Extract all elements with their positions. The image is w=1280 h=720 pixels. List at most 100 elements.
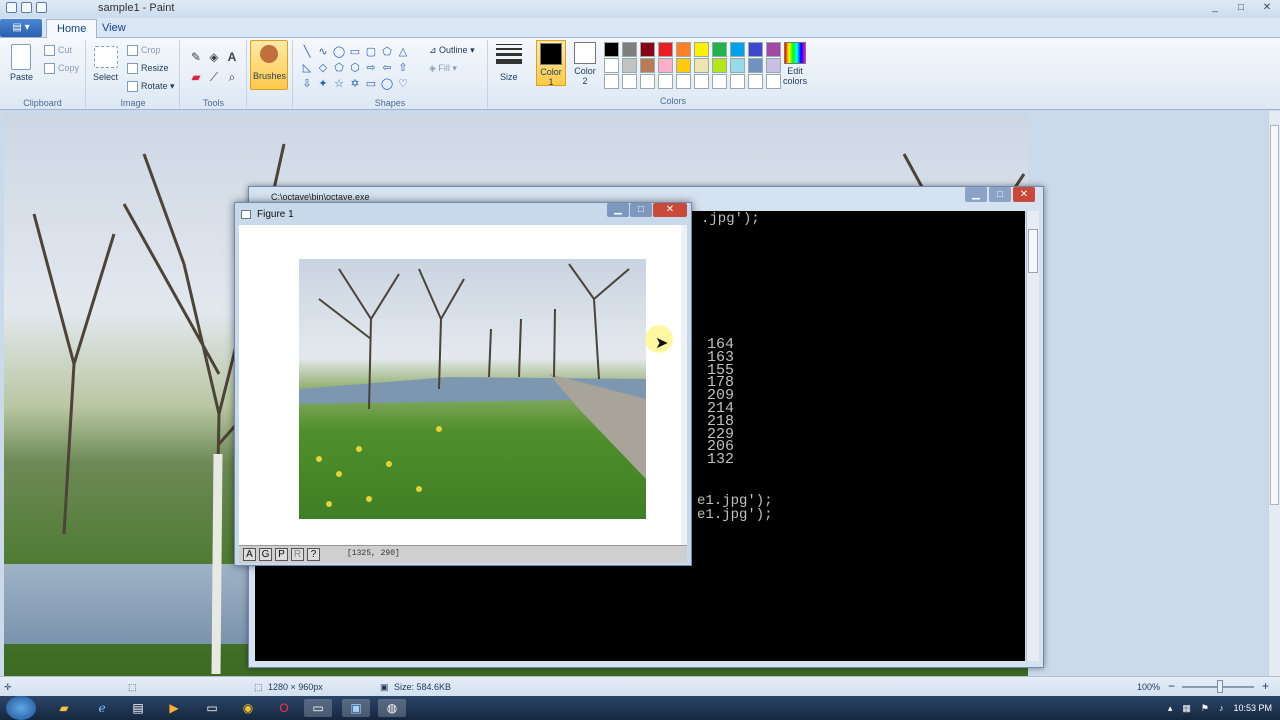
chrome-icon[interactable]: ◉: [234, 699, 262, 717]
right-arrow-shape-icon[interactable]: ⇨: [363, 60, 379, 76]
down-arrow-shape-icon[interactable]: ⇩: [299, 76, 315, 92]
palette-swatch[interactable]: [622, 42, 637, 57]
canvas-scroll-thumb[interactable]: [1270, 125, 1279, 505]
palette-swatch[interactable]: [658, 74, 673, 89]
palette-swatch[interactable]: [658, 42, 673, 57]
figure-pan-button[interactable]: P: [275, 548, 288, 561]
volume-icon[interactable]: ♪: [1219, 703, 1224, 713]
copy-button[interactable]: Copy: [44, 63, 79, 75]
figure-close-button[interactable]: ✕: [653, 203, 687, 217]
console-close-button[interactable]: ✕: [1013, 187, 1035, 202]
fill-button[interactable]: ◈ Fill ▾: [429, 63, 457, 74]
six-point-star-shape-icon[interactable]: ✡: [347, 76, 363, 92]
left-arrow-shape-icon[interactable]: ⇦: [379, 60, 395, 76]
palette-swatch[interactable]: [622, 58, 637, 73]
oval-shape-icon[interactable]: ◯: [331, 44, 347, 60]
palette-swatch[interactable]: [748, 42, 763, 57]
palette-swatch[interactable]: [640, 74, 655, 89]
zoom-out-button[interactable]: −: [1168, 679, 1175, 693]
resize-button[interactable]: Resize: [127, 63, 169, 75]
palette-swatch[interactable]: [622, 74, 637, 89]
opera-icon[interactable]: O: [270, 699, 298, 717]
palette-swatch[interactable]: [766, 74, 781, 89]
oval-callout-shape-icon[interactable]: ◯: [379, 76, 395, 92]
color1-button[interactable]: Color 1: [536, 40, 566, 87]
figure-scrollbar[interactable]: [681, 225, 687, 545]
paste-button[interactable]: Paste: [10, 72, 33, 82]
maximize-button[interactable]: □: [1228, 0, 1254, 16]
palette-swatch[interactable]: [640, 58, 655, 73]
octave-console-taskbar-icon[interactable]: ▭: [304, 699, 332, 717]
diamond-shape-icon[interactable]: ◇: [315, 60, 331, 76]
octave-figure-taskbar-icon[interactable]: ◍: [378, 699, 406, 717]
network-icon[interactable]: ▦: [1182, 703, 1191, 714]
palette-swatch[interactable]: [712, 58, 727, 73]
brushes-button[interactable]: Brushes: [250, 40, 288, 90]
palette-swatch[interactable]: [676, 42, 691, 57]
color-picker-icon[interactable]: ⟋: [207, 70, 221, 84]
figure-minimize-button[interactable]: ▁: [607, 203, 629, 217]
canvas-vertical-scrollbar[interactable]: [1268, 111, 1280, 676]
size-icon[interactable]: [496, 44, 522, 67]
callout-shape-icon[interactable]: ▭: [363, 76, 379, 92]
palette-swatch[interactable]: [712, 42, 727, 57]
curve-shape-icon[interactable]: ∿: [315, 44, 331, 60]
fill-bucket-icon[interactable]: ◈: [207, 50, 221, 64]
palette-swatch[interactable]: [712, 74, 727, 89]
hexagon-shape-icon[interactable]: ⬡: [347, 60, 363, 76]
palette-swatch[interactable]: [766, 42, 781, 57]
tab-home[interactable]: Home: [46, 19, 98, 38]
minimize-button[interactable]: _: [1202, 0, 1228, 16]
notepad-icon[interactable]: ▤: [124, 699, 152, 717]
tray-expand-icon[interactable]: ▴: [1168, 703, 1173, 714]
rectangle-shape-icon[interactable]: ▭: [347, 44, 363, 60]
palette-swatch[interactable]: [676, 74, 691, 89]
console-minimize-button[interactable]: ▁: [965, 187, 987, 202]
internet-explorer-icon[interactable]: ℯ: [88, 699, 116, 717]
clock[interactable]: 10:53 PM: [1233, 703, 1272, 713]
palette-swatch[interactable]: [640, 42, 655, 57]
paint-menu-button[interactable]: ▤ ▾: [0, 19, 42, 37]
up-arrow-shape-icon[interactable]: ⇧: [395, 60, 411, 76]
figure-grid-button[interactable]: G: [259, 548, 272, 561]
palette-swatch[interactable]: [694, 42, 709, 57]
palette-swatch[interactable]: [730, 74, 745, 89]
palette-swatch[interactable]: [748, 58, 763, 73]
console-maximize-button[interactable]: □: [989, 187, 1011, 202]
heart-shape-icon[interactable]: ♡: [395, 76, 411, 92]
pentagon-shape-icon[interactable]: ⬠: [331, 60, 347, 76]
eraser-icon[interactable]: ▰: [189, 70, 203, 84]
save-icon[interactable]: [6, 2, 17, 13]
line-shape-icon[interactable]: ╲: [299, 44, 315, 60]
palette-swatch[interactable]: [676, 58, 691, 73]
palette-swatch[interactable]: [604, 58, 619, 73]
cut-button[interactable]: Cut: [44, 45, 72, 57]
figure-rotate-button[interactable]: R: [291, 548, 304, 561]
start-button[interactable]: [6, 696, 36, 720]
palette-swatch[interactable]: [694, 58, 709, 73]
undo-icon[interactable]: [21, 2, 32, 13]
figure-autoscale-button[interactable]: A: [243, 548, 256, 561]
monitor-icon[interactable]: ▭: [198, 699, 226, 717]
zoom-slider-thumb[interactable]: [1217, 680, 1223, 693]
console-scroll-thumb[interactable]: [1028, 229, 1038, 273]
select-icon[interactable]: [94, 46, 118, 68]
close-button[interactable]: ✕: [1254, 0, 1280, 16]
palette-swatch[interactable]: [766, 58, 781, 73]
palette-swatch[interactable]: [748, 74, 763, 89]
redo-icon[interactable]: [36, 2, 47, 13]
edit-colors-button[interactable]: Edit colors: [780, 40, 810, 86]
paste-icon[interactable]: [11, 44, 31, 70]
polygon-shape-icon[interactable]: ⬠: [379, 44, 395, 60]
zoom-in-button[interactable]: +: [1262, 679, 1269, 693]
select-button[interactable]: Select: [93, 72, 118, 82]
figure-maximize-button[interactable]: □: [630, 203, 652, 217]
figure-help-button[interactable]: ?: [307, 548, 320, 561]
text-tool-icon[interactable]: A: [225, 50, 239, 64]
size-button[interactable]: Size: [500, 72, 518, 82]
flag-icon[interactable]: ⚑: [1201, 703, 1209, 714]
outline-button[interactable]: ⊿ Outline ▾: [429, 45, 475, 56]
figure-image[interactable]: [299, 259, 646, 519]
file-explorer-icon[interactable]: ▰: [50, 699, 78, 717]
media-player-icon[interactable]: ▶: [160, 699, 188, 717]
